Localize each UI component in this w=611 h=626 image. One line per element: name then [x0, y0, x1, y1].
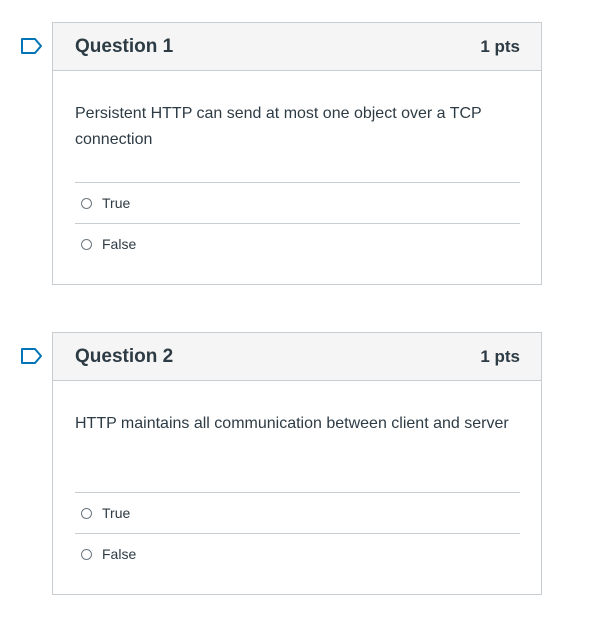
answer-option-false[interactable]: False — [75, 533, 520, 574]
answer-list: True False — [75, 492, 520, 585]
question-points: 1 pts — [480, 36, 520, 56]
quiz-page: Question 1 1 pts Persistent HTTP can sen… — [0, 0, 611, 626]
question-body: HTTP maintains all communication between… — [53, 381, 541, 585]
flag-question-icon[interactable] — [20, 37, 44, 55]
radio-unchecked-icon[interactable] — [81, 507, 92, 519]
answer-option-true[interactable]: True — [75, 182, 520, 223]
question-title: Question 2 — [75, 345, 174, 367]
question-title: Question 1 — [75, 35, 174, 57]
question-text: HTTP maintains all communication between… — [75, 415, 509, 432]
radio-unchecked-icon[interactable] — [81, 548, 92, 560]
question-points: 1 pts — [480, 346, 520, 366]
answer-label[interactable]: True — [102, 505, 130, 521]
answer-label[interactable]: False — [102, 236, 136, 252]
answer-label[interactable]: True — [102, 195, 130, 211]
question-body: Persistent HTTP can send at most one obj… — [53, 71, 541, 275]
question-1: Question 1 1 pts Persistent HTTP can sen… — [52, 22, 542, 285]
radio-unchecked-icon[interactable] — [81, 197, 92, 209]
question-header: Question 2 1 pts — [53, 333, 541, 381]
question-text: Persistent HTTP can send at most one obj… — [75, 105, 482, 148]
radio-unchecked-icon[interactable] — [81, 238, 92, 250]
answer-option-true[interactable]: True — [75, 492, 520, 533]
flag-question-icon[interactable] — [20, 347, 44, 365]
answer-list: True False — [75, 182, 520, 275]
question-header: Question 1 1 pts — [53, 23, 541, 71]
answer-label[interactable]: False — [102, 546, 136, 562]
question-2: Question 2 1 pts HTTP maintains all comm… — [52, 332, 542, 595]
answer-option-false[interactable]: False — [75, 223, 520, 264]
